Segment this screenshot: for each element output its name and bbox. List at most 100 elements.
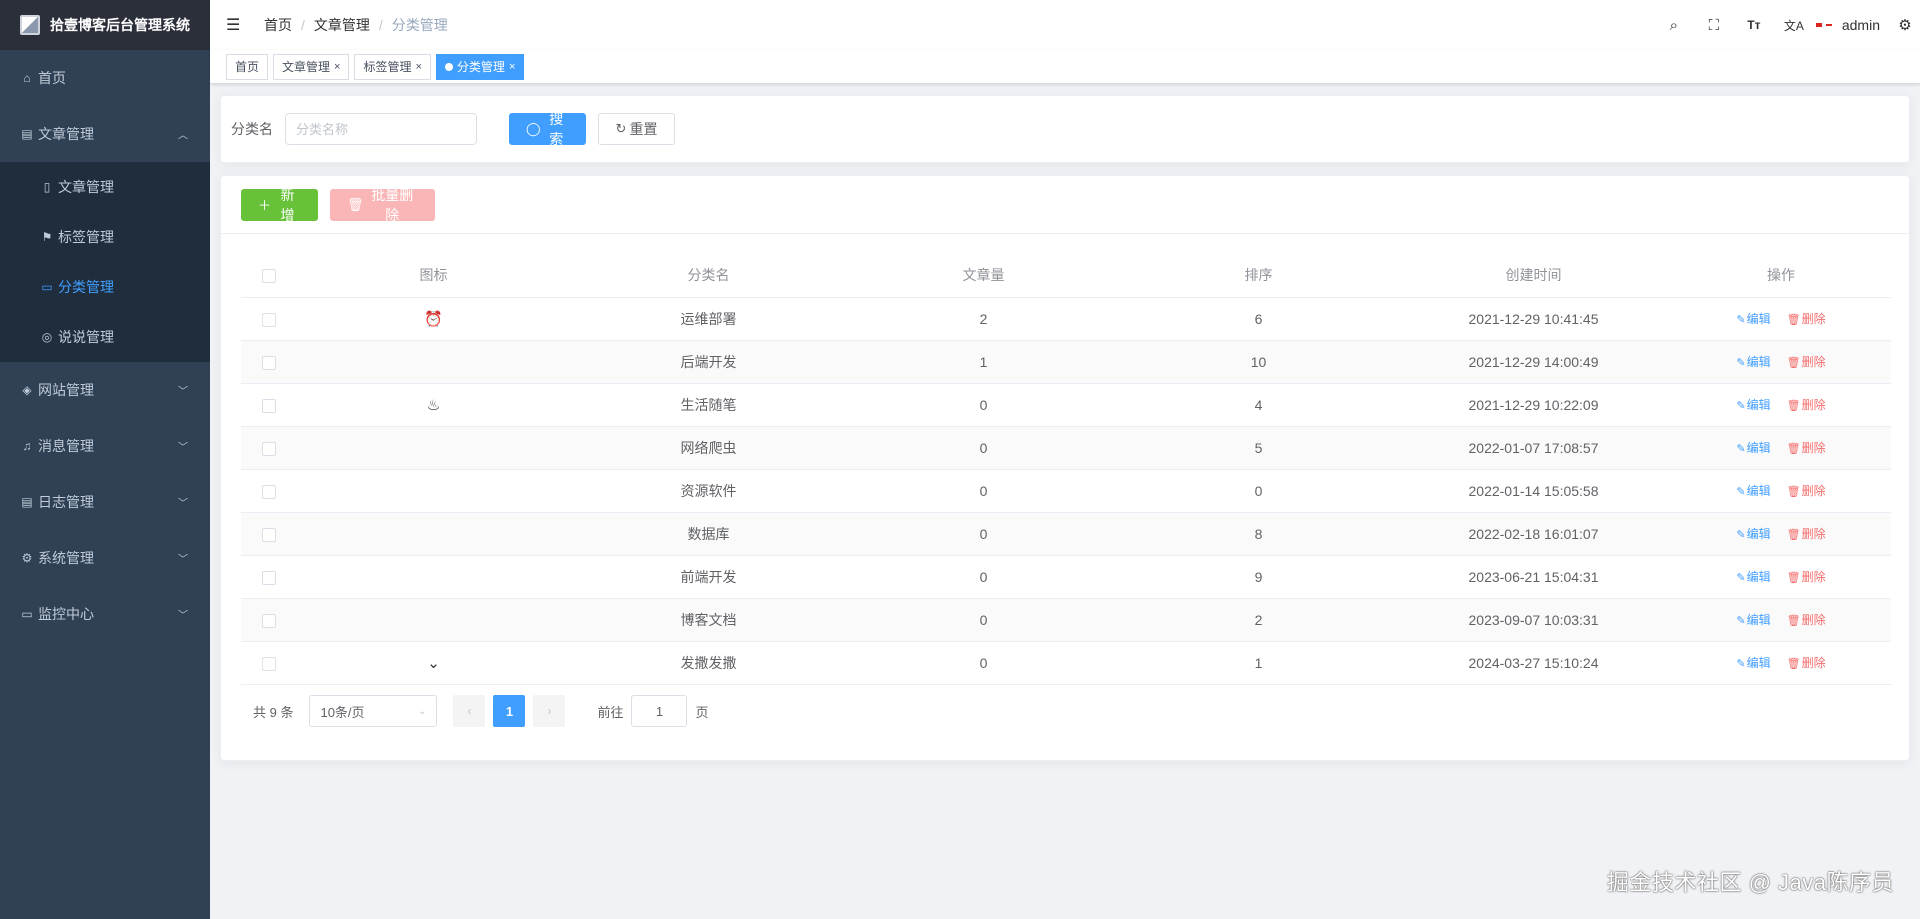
page-number-button[interactable]: 1: [493, 695, 526, 727]
delete-button[interactable]: 🗑删除: [1787, 484, 1826, 498]
sidebar-item[interactable]: ▤ 文章管理 ︿: [0, 106, 210, 162]
tag-item[interactable]: 分类管理 ×: [435, 53, 525, 80]
delete-button-label: 删除: [1801, 613, 1826, 627]
select-all-checkbox[interactable]: [261, 268, 276, 283]
search-button[interactable]: ◯ 搜索: [509, 111, 586, 147]
row-actions: ✎编辑 🗑删除: [1671, 383, 1891, 427]
column-header-icon: 图标: [296, 253, 571, 298]
tag-item[interactable]: 文章管理 ×: [273, 53, 350, 80]
edit-button[interactable]: ✎编辑: [1736, 484, 1770, 498]
row-name: 博客文档: [571, 598, 846, 642]
delete-button-label: 删除: [1801, 398, 1826, 412]
translate-icon[interactable]: 文A: [1774, 17, 1814, 34]
row-checkbox[interactable]: [261, 613, 276, 628]
row-select-cell: [241, 426, 296, 470]
edit-button[interactable]: ✎编辑: [1736, 441, 1770, 455]
delete-button[interactable]: 🗑删除: [1787, 441, 1826, 455]
row-created: 2023-06-21 15:04:31: [1396, 555, 1671, 599]
reset-button[interactable]: ↻ 重置: [598, 113, 675, 145]
sidebar-subitem[interactable]: ▯ 文章管理: [0, 162, 210, 212]
row-checkbox[interactable]: [261, 570, 276, 585]
sidebar-item[interactable]: ♫ 消息管理 ﹀: [0, 418, 210, 474]
sidebar-item-label: 系统管理: [38, 550, 94, 566]
edit-button[interactable]: ✎编辑: [1736, 312, 1770, 326]
row-actions: ✎编辑 🗑删除: [1671, 340, 1891, 384]
page-size-select[interactable]: 10条/页 ⌄: [309, 695, 438, 727]
close-icon[interactable]: ×: [509, 55, 515, 79]
row-checkbox[interactable]: [261, 441, 276, 456]
delete-button[interactable]: 🗑删除: [1787, 570, 1826, 584]
edit-button[interactable]: ✎编辑: [1736, 355, 1770, 369]
row-checkbox[interactable]: [261, 484, 276, 499]
sidebar-item[interactable]: ▤ 日志管理 ﹀: [0, 474, 210, 530]
settings-icon[interactable]: ⚙: [1890, 16, 1920, 34]
delete-button[interactable]: 🗑删除: [1787, 527, 1826, 541]
goto-page-input[interactable]: [631, 695, 688, 727]
row-select-cell: [241, 297, 296, 341]
row-actions: ✎编辑 🗑删除: [1671, 426, 1891, 470]
row-checkbox[interactable]: [261, 656, 276, 671]
sidebar-subitem-label: 说说管理: [58, 329, 114, 345]
prev-page-button[interactable]: ‹: [453, 695, 486, 727]
add-button[interactable]: ＋ 新增: [241, 187, 318, 223]
tag-label: 首页: [235, 59, 260, 74]
next-page-button[interactable]: ›: [533, 695, 566, 727]
user-dropdown[interactable]: admin: [1815, 17, 1880, 33]
hamburger-icon[interactable]: ☰: [226, 15, 250, 35]
sidebar-subitem[interactable]: ▭ 分类管理: [0, 262, 210, 312]
edit-icon: ✎: [1736, 572, 1746, 584]
delete-button[interactable]: 🗑删除: [1787, 656, 1826, 670]
goto-label: 前往: [597, 704, 624, 720]
sidebar-item[interactable]: ⌂ 首页: [0, 50, 210, 106]
column-header-name: 分类名: [571, 253, 846, 298]
row-checkbox[interactable]: [261, 355, 276, 370]
tag-item[interactable]: 标签管理 ×: [354, 53, 431, 80]
edit-button[interactable]: ✎编辑: [1736, 398, 1770, 412]
row-icon-cell: [296, 340, 571, 384]
sidebar-item[interactable]: ◈ 网站管理 ﹀: [0, 362, 210, 418]
row-checkbox[interactable]: [261, 398, 276, 413]
edit-button[interactable]: ✎编辑: [1736, 613, 1770, 627]
site-icon: ◈: [22, 383, 32, 397]
row-icon-cell: ♨: [296, 383, 571, 427]
delete-button[interactable]: 🗑删除: [1787, 398, 1826, 412]
sidebar-item[interactable]: ▭ 监控中心 ﹀: [0, 586, 210, 642]
edit-button[interactable]: ✎编辑: [1736, 570, 1770, 584]
breadcrumb: 首页 / 文章管理 / 分类管理: [264, 15, 448, 35]
delete-button[interactable]: 🗑删除: [1787, 312, 1826, 326]
row-icon-cell: [296, 555, 571, 599]
column-header-actions: 操作: [1671, 253, 1891, 298]
close-icon[interactable]: ×: [334, 55, 340, 79]
category-name-label: 分类名: [231, 121, 273, 137]
font-size-icon[interactable]: Tт: [1734, 18, 1774, 32]
chevron-down-icon: ﹀: [178, 554, 188, 566]
fullscreen-icon[interactable]: ⛶: [1694, 17, 1734, 34]
tag-item[interactable]: 首页: [226, 53, 269, 80]
search-icon[interactable]: ⌕: [1654, 17, 1694, 34]
sidebar-subitem[interactable]: ⚑ 标签管理: [0, 212, 210, 262]
batch-delete-button[interactable]: 🗑 批量删除: [330, 187, 435, 223]
delete-button-label: 删除: [1801, 527, 1826, 541]
edit-button[interactable]: ✎编辑: [1736, 656, 1770, 670]
delete-button[interactable]: 🗑删除: [1787, 355, 1826, 369]
breadcrumb-item[interactable]: 首页: [264, 15, 292, 35]
breadcrumb-item[interactable]: 文章管理: [314, 15, 370, 35]
row-checkbox[interactable]: [261, 312, 276, 327]
edit-button[interactable]: ✎编辑: [1736, 527, 1770, 541]
row-select-cell: [241, 469, 296, 513]
sidebar-item[interactable]: ⚙ 系统管理 ﹀: [0, 530, 210, 586]
table-body: ⏰ 运维部署 2 6 2021-12-29 10:41:45 ✎编辑 🗑删除 后端开发 1 10 2…: [241, 297, 1891, 685]
chevron-down-icon: ﹀: [178, 498, 188, 510]
row-created: 2021-12-29 14:00:49: [1396, 340, 1671, 384]
delete-button-label: 删除: [1801, 355, 1826, 369]
delete-button[interactable]: 🗑删除: [1787, 613, 1826, 627]
logo[interactable]: 拾壹博客后台管理系统: [0, 0, 210, 50]
row-name: 网络爬虫: [571, 426, 846, 470]
sidebar-subitem[interactable]: ◎ 说说管理: [0, 312, 210, 362]
close-icon[interactable]: ×: [415, 55, 421, 79]
row-created: 2023-09-07 10:03:31: [1396, 598, 1671, 642]
row-checkbox[interactable]: [261, 527, 276, 542]
category-name-input[interactable]: [285, 113, 477, 145]
edit-button-label: 编辑: [1746, 570, 1771, 584]
row-sort: 6: [1121, 297, 1396, 341]
